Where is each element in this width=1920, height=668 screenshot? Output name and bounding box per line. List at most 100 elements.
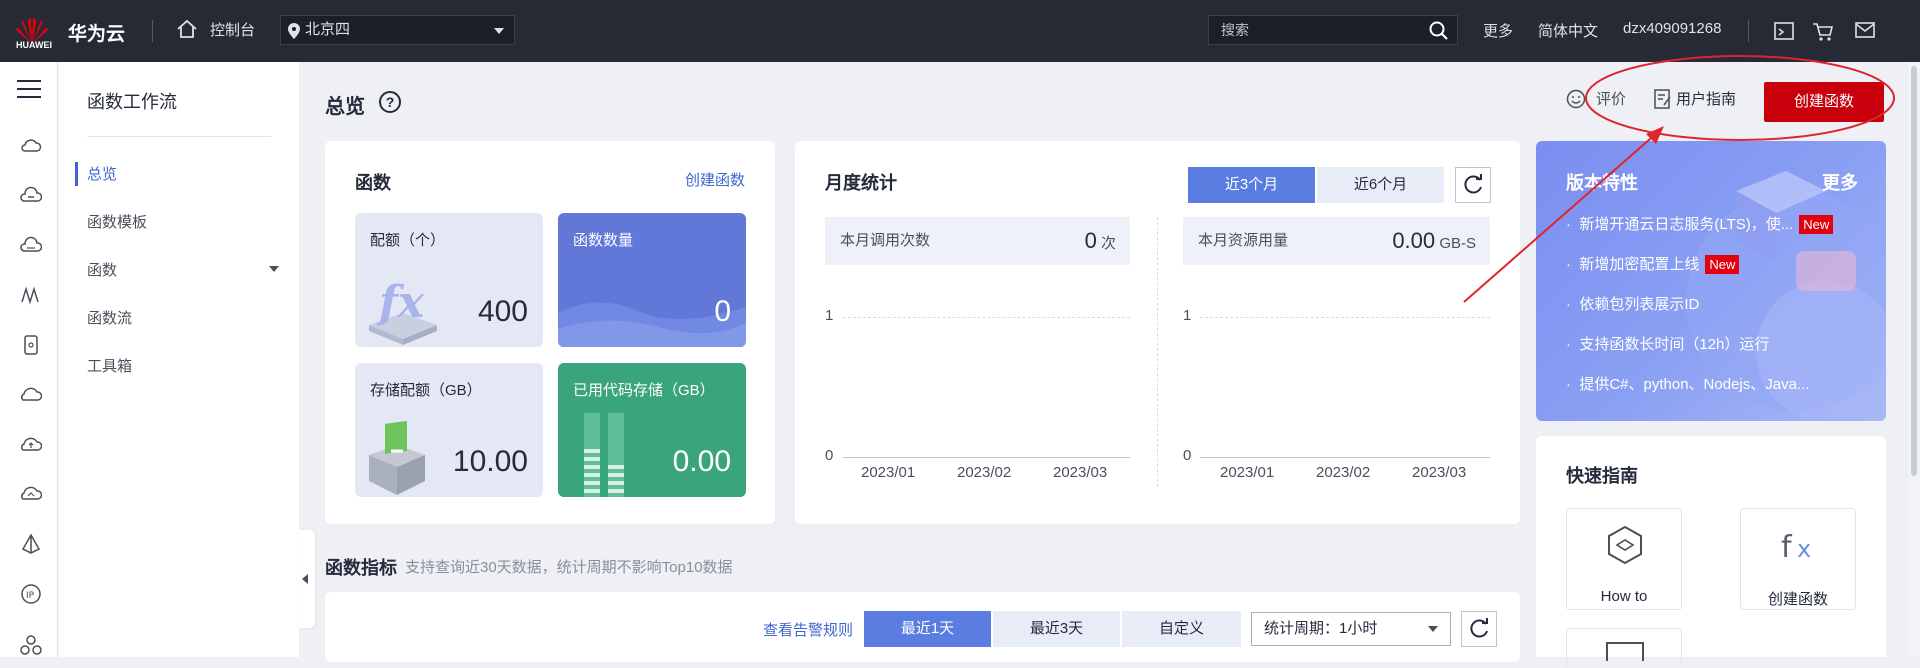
range-last-1-day[interactable]: 最近1天 <box>864 611 991 647</box>
calls-value: 0 <box>1084 228 1097 253</box>
refresh-icon <box>1464 174 1482 194</box>
quick-guide-card: 快速指南 How to fx 创建函数 <box>1536 436 1886 668</box>
feature-item[interactable]: · 新增加密配置上线 New <box>1566 253 1740 274</box>
quota-tile: 配额（个） fx 400 <box>355 213 543 347</box>
tile-value: 10.00 <box>452 445 528 478</box>
home-icon <box>177 19 197 38</box>
nav-item-toolbox[interactable]: 工具箱 <box>87 355 132 376</box>
hamburger-menu-icon[interactable] <box>17 80 41 100</box>
chart-separator <box>1157 217 1158 487</box>
y-tick-label: 1 <box>1183 307 1192 324</box>
guide-tile[interactable] <box>1566 628 1682 668</box>
tile-label: 函数数量 <box>573 232 634 249</box>
top-bar: HUAWEI 华为云 控制台 北京四 搜索 更多 简体中文 dzx4090912… <box>0 0 1920 62</box>
user-account[interactable]: dzx409091268 <box>1623 20 1721 37</box>
new-badge: New <box>1799 215 1834 234</box>
smile-icon[interactable] <box>1566 89 1586 109</box>
create-function-link[interactable]: 创建函数 <box>685 169 745 190</box>
cloud-compute-icon[interactable] <box>20 185 42 207</box>
nav-item-functions[interactable]: 函数 <box>87 259 117 280</box>
refresh-button[interactable] <box>1455 167 1491 203</box>
cloud-service-icon[interactable] <box>20 135 42 157</box>
pyramid-icon[interactable] <box>20 533 42 555</box>
more-menu[interactable]: 更多 <box>1483 20 1513 41</box>
resource-value: 0.00 <box>1392 228 1436 253</box>
chevron-down-icon <box>494 28 504 34</box>
nav-item-overview[interactable]: 总览 <box>87 163 117 184</box>
gridline <box>1200 317 1490 318</box>
features-more-link[interactable]: 更多 <box>1822 169 1858 195</box>
period-select[interactable]: 统计周期：1小时 <box>1251 612 1451 646</box>
language-switch[interactable]: 简体中文 <box>1538 20 1598 41</box>
create-function-button[interactable]: 创建函数 <box>1764 82 1884 122</box>
region-select[interactable]: 北京四 <box>280 15 515 45</box>
rate-link[interactable]: 评价 <box>1596 88 1626 109</box>
used-storage-tile: 已用代码存储（GB） 0.00 <box>558 363 746 497</box>
alarm-rules-link[interactable]: 查看告警规则 <box>763 619 853 640</box>
device-icon[interactable] <box>20 334 42 356</box>
x-tick-label: 2023/01 <box>861 464 916 481</box>
refresh-icon <box>1470 618 1488 638</box>
range-last-3-days[interactable]: 最近3天 <box>993 611 1120 647</box>
guide-icon[interactable] <box>1654 89 1672 109</box>
x-tick-label: 2023/01 <box>1220 464 1275 481</box>
page-title: 总览 <box>325 96 365 118</box>
monthly-stats-title: 月度统计 <box>825 173 897 193</box>
function-graph-nav: 函数工作流 总览 函数模板 函数 函数流 工具箱 <box>59 62 299 657</box>
svg-text:f: f <box>1781 530 1793 565</box>
functions-card: 函数 创建函数 配额（个） fx 400 函数数量 0 存储配额（GB） 10.… <box>325 141 775 524</box>
cart-icon[interactable] <box>1812 22 1834 42</box>
metrics-title: 函数指标 <box>325 558 397 578</box>
tile-value: 0.00 <box>672 445 731 478</box>
help-icon[interactable]: ? <box>379 91 401 113</box>
tile-label: 已用代码存储（GB） <box>573 382 715 399</box>
search-icon[interactable] <box>1429 21 1449 41</box>
cloud-function-icon[interactable] <box>20 483 42 505</box>
features-title: 版本特性 <box>1566 173 1638 193</box>
fx-icon: fx <box>1781 530 1811 565</box>
x-tick-label: 2023/02 <box>1316 464 1371 481</box>
feature-item[interactable]: · 提供C#、python、Nodejs、Java... <box>1566 373 1809 394</box>
function-count-tile: 函数数量 0 <box>558 213 746 347</box>
quick-guide-title: 快速指南 <box>1566 466 1638 486</box>
tab-last-6-months[interactable]: 近6个月 <box>1317 167 1444 203</box>
storage-box-icon <box>369 421 425 495</box>
feature-item[interactable]: · 新增开通云日志服务(LTS)，使... New <box>1566 213 1834 234</box>
page-scrollbar[interactable] <box>1908 62 1920 657</box>
console-link[interactable]: 控制台 <box>176 19 255 40</box>
nav-item-flows[interactable]: 函数流 <box>87 307 132 328</box>
range-custom[interactable]: 自定义 <box>1122 611 1241 647</box>
cluster-icon[interactable] <box>20 634 42 656</box>
collapse-sidebar-button[interactable] <box>299 530 315 628</box>
feature-item[interactable]: · 依赖包列表展示ID <box>1566 293 1699 314</box>
monthly-stats-card: 月度统计 近3个月 近6个月 本月调用次数 0 次 本月资源用量 0.00 GB… <box>795 141 1520 524</box>
x-tick-label: 2023/03 <box>1053 464 1108 481</box>
network-icon[interactable] <box>20 284 42 306</box>
ip-icon[interactable]: IP <box>20 583 42 605</box>
gridline <box>843 317 1130 318</box>
cloud-icon[interactable] <box>20 384 42 406</box>
y-tick-label: 0 <box>1183 447 1192 464</box>
mail-icon[interactable] <box>1855 22 1875 38</box>
period-label: 统计周期：1小时 <box>1264 620 1378 637</box>
calls-unit: 次 <box>1100 235 1116 252</box>
feature-item[interactable]: · 支持函数长时间（12h）运行 <box>1566 333 1769 354</box>
tab-last-3-months[interactable]: 近3个月 <box>1188 167 1315 203</box>
cloud-storage-icon[interactable] <box>20 235 42 257</box>
x-tick-label: 2023/03 <box>1412 464 1467 481</box>
scrollbar-thumb[interactable] <box>1911 66 1917 476</box>
brand-name[interactable]: 华为云 <box>68 19 125 46</box>
nav-item-templates[interactable]: 函数模板 <box>87 211 147 232</box>
tile-value: 0 <box>714 295 731 328</box>
divider <box>1748 20 1749 42</box>
console-label: 控制台 <box>210 22 256 39</box>
cloud-upload-icon[interactable] <box>20 434 42 456</box>
chevron-down-icon[interactable] <box>269 266 279 272</box>
user-guide-link[interactable]: 用户指南 <box>1676 88 1736 109</box>
tile-label: 存储配额（GB） <box>370 382 482 399</box>
metrics-refresh-button[interactable] <box>1461 611 1497 647</box>
monthly-resource-box: 本月资源用量 0.00 GB-S <box>1183 217 1490 265</box>
nav-title: 函数工作流 <box>87 92 177 112</box>
search-input[interactable]: 搜索 <box>1208 15 1458 45</box>
terminal-icon[interactable] <box>1774 22 1794 40</box>
